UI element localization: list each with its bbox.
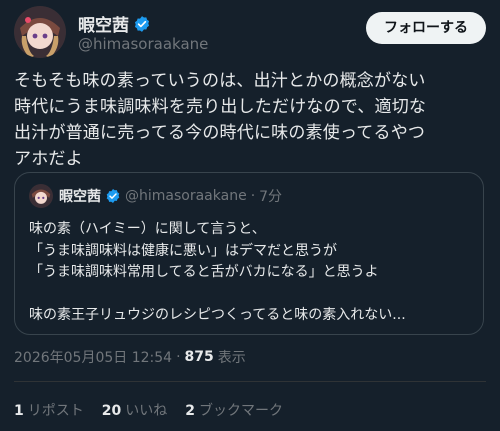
bookmarks-stat[interactable]: 2 ブックマーク <box>185 400 283 420</box>
quoted-author-name: 暇空茜 <box>59 189 101 205</box>
quoted-author-avatar <box>29 184 53 208</box>
quoted-author-handle: @himasoraakane <box>125 188 247 204</box>
likes-count: 20 <box>101 403 122 419</box>
engagement-stats: 1 リポスト 20 いいね 2 ブックマーク <box>14 400 283 420</box>
likes-label: いいね <box>125 403 168 419</box>
quoted-tweet-header: 暇空茜 @himasoraakane · 7分 <box>59 186 282 206</box>
tweet-timestamp[interactable]: 2026年05月05日 12:54 <box>14 347 172 367</box>
tweet-text: そもそも味の素っていうのは、出汁とかの概念がない 時代にうま味調味料を売り出した… <box>14 71 427 169</box>
quoted-tweet-text: 味の素（ハイミー）に関して言うと、 「うま味調味料は健康に悪い」はデマだと思うが… <box>29 221 406 323</box>
bookmarks-count: 2 <box>185 403 195 419</box>
divider <box>14 381 486 382</box>
author-handle[interactable]: @himasoraakane <box>78 35 208 53</box>
verified-badge-icon <box>134 15 150 32</box>
reposts-count: 1 <box>14 403 24 419</box>
meta-separator: · <box>176 349 181 365</box>
author-name[interactable]: 暇空茜 <box>78 11 151 36</box>
likes-stat[interactable]: 20 いいね <box>102 400 167 420</box>
quoted-tweet-age: 7分 <box>259 189 283 205</box>
views-count: 875 <box>184 349 214 365</box>
tweet-meta: 2026年05月05日 12:54 · 875 表示 <box>14 347 246 367</box>
views-label: 表示 <box>217 350 246 366</box>
verified-badge-icon <box>106 189 120 203</box>
quoted-separator: · <box>250 188 256 204</box>
follow-button[interactable]: フォローする <box>366 12 486 44</box>
bookmarks-label: ブックマーク <box>198 403 283 419</box>
reposts-stat[interactable]: 1 リポスト <box>14 400 84 420</box>
quoted-tweet[interactable]: 暇空茜 @himasoraakane · 7分 味の素（ハイミー）に関して言うと… <box>14 172 484 335</box>
reposts-label: リポスト <box>27 403 84 419</box>
author-name-text: 暇空茜 <box>78 16 129 36</box>
tweet-header: 暇空茜 @himasoraakane フォローする <box>14 6 486 62</box>
author-avatar[interactable] <box>14 6 66 58</box>
